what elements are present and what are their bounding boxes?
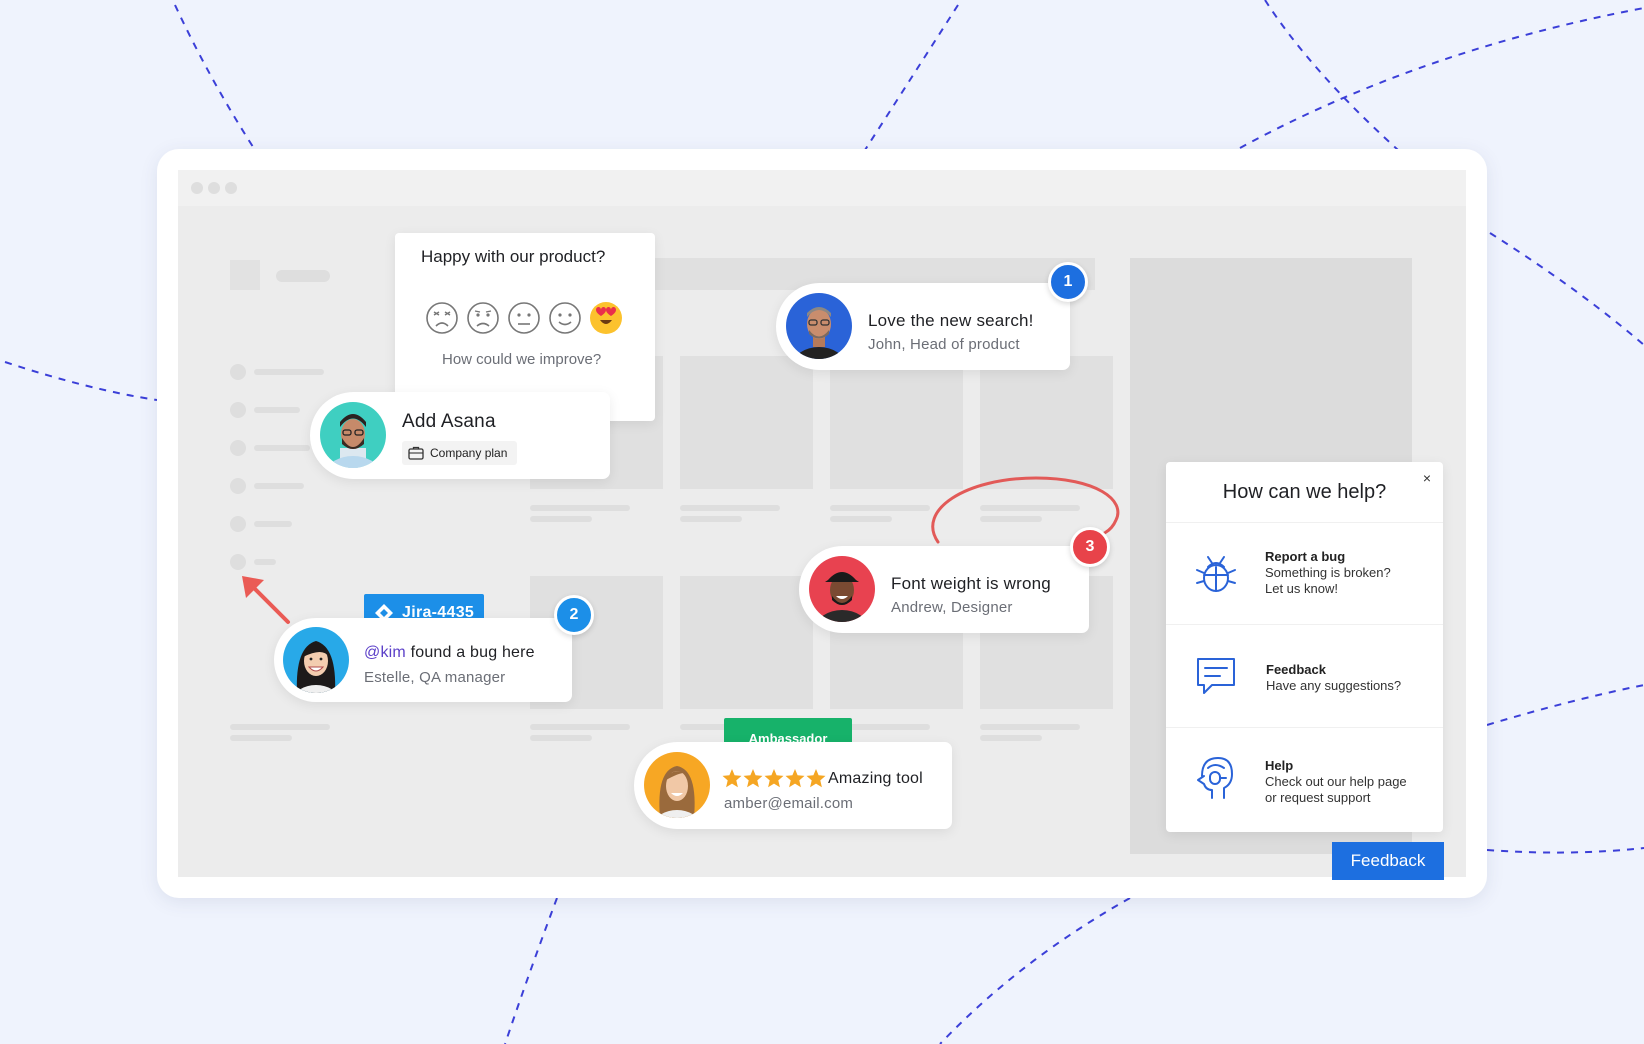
briefcase-icon [408,446,424,460]
review-card[interactable]: Amazing tool amber@email.com [634,742,952,829]
help-item-desc: Have any suggestions? [1266,678,1402,693]
avatar [320,402,386,468]
star-icon [743,769,763,788]
star-icon [785,769,805,788]
avatar [644,752,710,818]
plan-label: Company plan [430,446,508,460]
window-dot [208,182,220,194]
help-item-report-bug[interactable]: Report a bug Something is broken? Let us… [1166,522,1443,625]
unhappy-face-icon[interactable] [466,301,500,335]
help-item-desc: Something is broken? [1265,565,1391,580]
chat-bubble-icon [1197,658,1235,694]
sidebar-placeholder-line [254,407,300,413]
reviewer-email: amber@email.com [724,795,854,812]
avatar [283,627,349,693]
help-panel-title: How can we help? [1222,481,1387,503]
help-item-title: Report a bug [1265,549,1346,564]
grid-caption-placeholder [680,505,780,511]
window-dot [225,182,237,194]
help-item-desc: or request support [1265,790,1371,805]
sidebar-placeholder-icon [230,478,246,494]
star-icon [764,769,784,788]
comment-card-search[interactable]: Love the new search! John, Head of produ… [776,283,1070,370]
user-mention[interactable]: @kim [364,644,406,661]
grid-caption-placeholder [230,735,292,741]
sidebar-placeholder-line [254,521,292,527]
title-placeholder [276,270,330,282]
avatar [786,293,852,359]
grid-caption-placeholder [530,505,630,511]
heart-eyes-face-icon[interactable] [589,301,623,335]
comment-text: Font weight is wrong [891,574,1051,593]
integration-title: Add Asana [402,411,496,432]
grid-caption-placeholder [980,724,1080,730]
comment-text: @kim found a bug here [364,644,535,662]
grid-caption-placeholder [530,735,592,741]
comment-author: Andrew, Designer [891,599,1013,616]
very-unhappy-face-icon[interactable] [425,301,459,335]
neutral-face-icon[interactable] [507,301,541,335]
sidebar-placeholder-icon [230,516,246,532]
sidebar-placeholder-line [254,369,324,375]
star-icon [722,769,742,788]
survey-question: Happy with our product? [421,247,606,266]
comment-body: found a bug here [405,644,535,661]
help-item-desc: Check out our help page [1265,774,1407,789]
comment-author: John, Head of product [868,336,1020,353]
grid-caption-placeholder [530,516,592,522]
help-item-feedback[interactable]: Feedback Have any suggestions? [1166,624,1443,728]
comment-card-bug[interactable]: @kim found a bug here Estelle, QA manage… [274,618,572,702]
grid-card-placeholder [680,356,813,489]
sidebar-placeholder-icon [230,440,246,456]
comment-text: Love the new search! [868,311,1034,330]
window-titlebar [178,170,1466,206]
grid-caption-placeholder [980,735,1042,741]
avatar [809,556,875,622]
grid-caption-placeholder [230,724,330,730]
grid-card-placeholder [680,576,813,709]
sidebar-placeholder-icon [230,364,246,380]
feedback-button[interactable]: Feedback [1332,842,1444,880]
sidebar-placeholder-icon [230,554,246,570]
sidebar-placeholder-icon [230,402,246,418]
support-headset-icon [1197,757,1233,799]
emoji-rating [425,301,625,337]
comment-author: Estelle, QA manager [364,669,506,686]
review-text: Amazing tool [828,770,923,787]
bug-icon [1196,556,1236,592]
logo-placeholder [230,260,260,290]
help-panel: × How can we help? Report a bug Somethin… [1166,462,1443,832]
survey-prompt[interactable]: How could we improve? [442,351,601,368]
grid-caption-placeholder [830,516,892,522]
help-item-title: Feedback [1266,662,1326,677]
help-item-help[interactable]: Help Check out our help page or request … [1166,727,1443,833]
comment-pin-1[interactable]: 1 [1048,262,1088,302]
help-item-title: Help [1265,758,1294,773]
grid-caption-placeholder [530,724,630,730]
happy-face-icon[interactable] [548,301,582,335]
sidebar-placeholder-line [254,559,276,565]
integration-card[interactable]: Add Asana Company plan [310,392,610,479]
grid-caption-placeholder [680,516,742,522]
window-dot [191,182,203,194]
comment-pin-3[interactable]: 3 [1070,527,1110,567]
sidebar-placeholder-line [254,483,304,489]
comment-card-font[interactable]: Font weight is wrong Andrew, Designer [799,546,1089,633]
help-item-desc: Let us know! [1265,581,1338,596]
star-icon [806,769,826,788]
star-rating [722,769,826,788]
sidebar-placeholder-line [254,445,310,451]
plan-tag: Company plan [402,441,518,465]
comment-pin-2[interactable]: 2 [554,595,594,635]
grid-caption-placeholder [830,505,930,511]
arrow-annotation-icon [242,576,290,624]
